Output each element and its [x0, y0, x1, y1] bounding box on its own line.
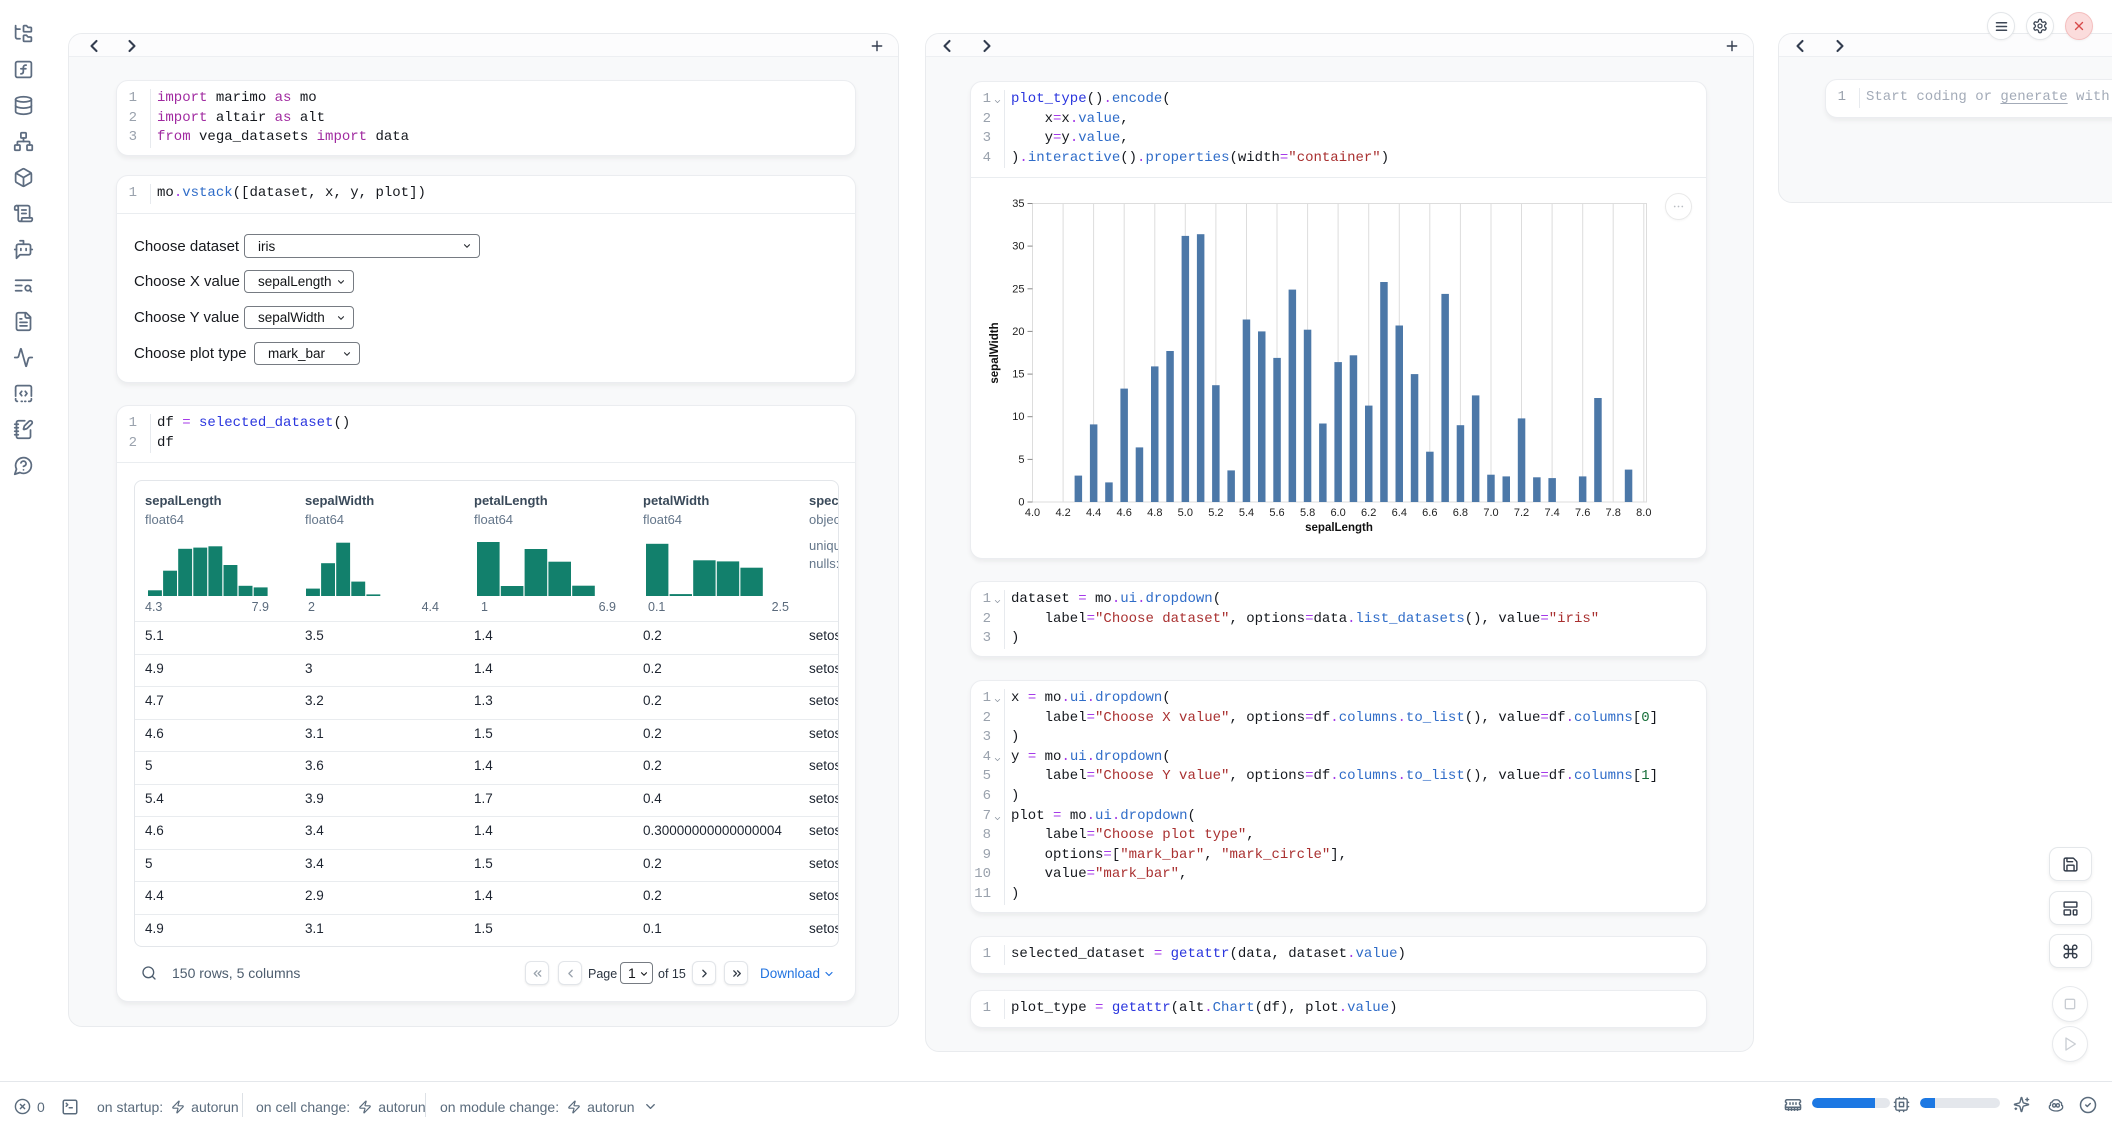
svg-text:20: 20	[1012, 326, 1024, 338]
svg-text:7.0: 7.0	[1483, 507, 1498, 519]
svg-text:sepalWidth: sepalWidth	[989, 322, 1001, 383]
svg-text:4.0: 4.0	[1025, 507, 1040, 519]
svg-text:5.4: 5.4	[1239, 507, 1254, 519]
svg-text:5.6: 5.6	[1269, 507, 1284, 519]
svg-text:sepalLength: sepalLength	[1305, 522, 1373, 534]
svg-text:6.4: 6.4	[1392, 507, 1407, 519]
svg-text:35: 35	[1012, 198, 1024, 210]
svg-text:4.4: 4.4	[1086, 507, 1101, 519]
svg-text:4.6: 4.6	[1117, 507, 1132, 519]
svg-text:8.0: 8.0	[1636, 507, 1651, 519]
svg-text:5: 5	[1018, 454, 1024, 466]
svg-text:0: 0	[1018, 497, 1024, 509]
svg-text:10: 10	[1012, 411, 1024, 423]
svg-text:15: 15	[1012, 369, 1024, 381]
svg-text:7.4: 7.4	[1544, 507, 1559, 519]
svg-text:6.8: 6.8	[1453, 507, 1468, 519]
svg-text:5.2: 5.2	[1208, 507, 1223, 519]
svg-text:5.0: 5.0	[1178, 507, 1193, 519]
svg-text:5.8: 5.8	[1300, 507, 1315, 519]
svg-text:7.8: 7.8	[1606, 507, 1621, 519]
svg-text:7.2: 7.2	[1514, 507, 1529, 519]
svg-text:4.2: 4.2	[1055, 507, 1070, 519]
svg-text:6.2: 6.2	[1361, 507, 1376, 519]
svg-text:4.8: 4.8	[1147, 507, 1162, 519]
svg-text:7.6: 7.6	[1575, 507, 1590, 519]
svg-text:6.0: 6.0	[1330, 507, 1345, 519]
svg-text:30: 30	[1012, 241, 1024, 253]
svg-text:25: 25	[1012, 283, 1024, 295]
svg-text:6.6: 6.6	[1422, 507, 1437, 519]
